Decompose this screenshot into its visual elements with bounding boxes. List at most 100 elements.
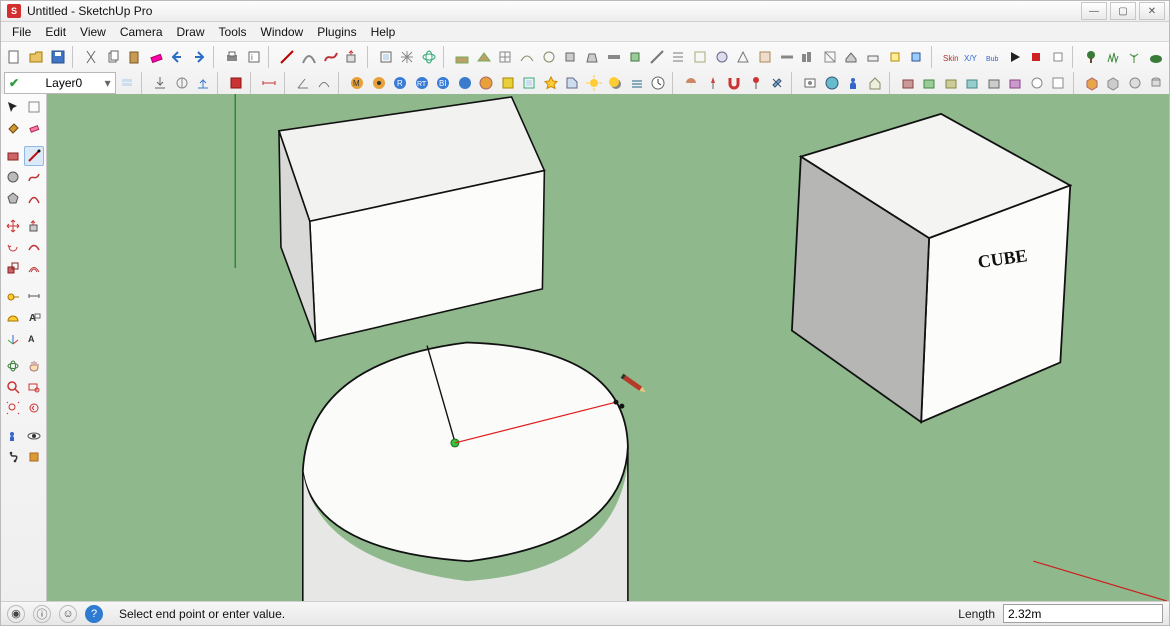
select-tool-icon[interactable] [3,97,23,117]
dimension-tool-icon[interactable] [24,286,44,306]
sandbox-22-icon[interactable] [906,46,927,68]
open-file-icon[interactable] [26,46,47,68]
sandbox-15-icon[interactable] [755,46,776,68]
menu-file[interactable]: File [5,23,38,41]
menu-edit[interactable]: Edit [38,23,73,41]
zoom-extents-tool-icon[interactable] [3,398,23,418]
stop-icon[interactable] [1026,46,1047,68]
layer-manager-icon[interactable] [117,72,137,94]
clock-icon[interactable] [648,72,668,94]
sandbox-19-icon[interactable] [841,46,862,68]
dim-linear-icon[interactable] [259,72,279,94]
look-around-icon[interactable] [24,426,44,446]
export-icon[interactable] [171,72,191,94]
freehand-icon[interactable] [320,46,341,68]
sphere-icon[interactable] [1124,72,1144,94]
warehouse-1-icon[interactable] [898,72,918,94]
walk-tool-icon[interactable] [3,447,23,467]
dc-rt-icon[interactable]: RT [411,72,431,94]
match-photo-icon[interactable] [800,72,820,94]
warehouse-6-icon[interactable] [1005,72,1025,94]
orbit-tool-icon[interactable] [3,356,23,376]
tape-tool-icon[interactable] [3,286,23,306]
bush-icon[interactable] [1146,46,1167,68]
arc-tool-icon[interactable] [24,188,44,208]
menu-draw[interactable]: Draw [170,23,212,41]
warehouse-7-icon[interactable] [1027,72,1047,94]
sandbox-13-icon[interactable] [711,46,732,68]
rotate-tool-icon[interactable] [3,237,23,257]
eraser-tool-icon[interactable] [24,118,44,138]
measurement-input[interactable] [1003,604,1163,623]
dc-settings-icon[interactable] [476,72,496,94]
palette-icon[interactable] [1047,46,1068,68]
sandbox-11-icon[interactable] [668,46,689,68]
sandbox-9-icon[interactable] [625,46,646,68]
move-tool-icon[interactable] [3,216,23,236]
style-xy-icon[interactable]: X/Y [961,46,982,68]
explode-icon[interactable] [397,46,418,68]
paste-icon[interactable] [124,46,145,68]
cut-icon[interactable] [81,46,102,68]
warehouse-4-icon[interactable] [962,72,982,94]
layers-dropdown[interactable]: ✔ Layer0 ▾ [4,72,116,94]
make-component-icon[interactable] [375,46,396,68]
axes-tool-icon[interactable] [3,328,23,348]
sandbox-1-icon[interactable] [452,46,473,68]
maximize-button[interactable]: ▢ [1110,2,1136,20]
sandbox-3-icon[interactable] [495,46,516,68]
sandbox-4-icon[interactable] [517,46,538,68]
pushpin-icon[interactable] [745,72,765,94]
3dtext-tool-icon[interactable]: A [24,328,44,348]
dc-bi-icon[interactable]: BI [433,72,453,94]
plant-icon[interactable] [1124,46,1145,68]
followme-tool-icon[interactable] [24,237,44,257]
previous-view-icon[interactable] [24,398,44,418]
close-button[interactable]: ✕ [1139,2,1165,20]
freehand-tool-icon[interactable] [24,167,44,187]
copy-icon[interactable] [102,46,123,68]
menu-tools[interactable]: Tools [212,23,254,41]
print-icon[interactable] [222,46,243,68]
dim-angular-icon[interactable] [292,72,312,94]
zoom-tool-icon[interactable] [3,377,23,397]
undo-icon[interactable] [167,46,188,68]
mushroom-icon[interactable] [681,72,701,94]
style-skin-icon[interactable]: Skin [939,46,960,68]
geo-location-icon[interactable]: ◉ [7,605,25,623]
line-icon[interactable] [277,46,298,68]
pin-icon[interactable] [702,72,722,94]
warehouse-2-icon[interactable] [919,72,939,94]
erase-icon[interactable] [145,46,166,68]
pushpull-small-icon[interactable] [342,46,363,68]
dc-gear-icon[interactable] [369,72,389,94]
pushpull-tool-icon[interactable] [24,216,44,236]
dim-radial-icon[interactable] [314,72,334,94]
sandbox-2-icon[interactable] [473,46,494,68]
cylinder-small-icon[interactable] [1146,72,1166,94]
minimize-button[interactable]: — [1081,2,1107,20]
magnet-icon[interactable] [724,72,744,94]
style-bub-icon[interactable]: Bub [983,46,1004,68]
dc-group-icon[interactable] [519,72,539,94]
menu-plugins[interactable]: Plugins [310,23,363,41]
shadows-icon[interactable] [605,72,625,94]
fog-icon[interactable] [626,72,646,94]
paint-icon[interactable] [767,72,787,94]
sandbox-7-icon[interactable] [582,46,603,68]
claim-icon[interactable]: ☺ [59,605,77,623]
line-tool-icon[interactable] [24,146,44,166]
position-camera-icon[interactable] [3,426,23,446]
sandbox-16-icon[interactable] [776,46,797,68]
tree-icon[interactable] [1081,46,1102,68]
model-info-icon[interactable]: i [244,46,265,68]
save-file-icon[interactable] [47,46,68,68]
menu-help[interactable]: Help [364,23,403,41]
sandbox-5-icon[interactable] [538,46,559,68]
warehouse-8-icon[interactable] [1048,72,1068,94]
rectangle-tool-icon[interactable] [3,146,23,166]
polygon-tool-icon[interactable] [3,188,23,208]
sandbox-8-icon[interactable] [603,46,624,68]
3d-viewport[interactable]: CUBE [47,94,1169,601]
section-tool-icon[interactable] [24,447,44,467]
